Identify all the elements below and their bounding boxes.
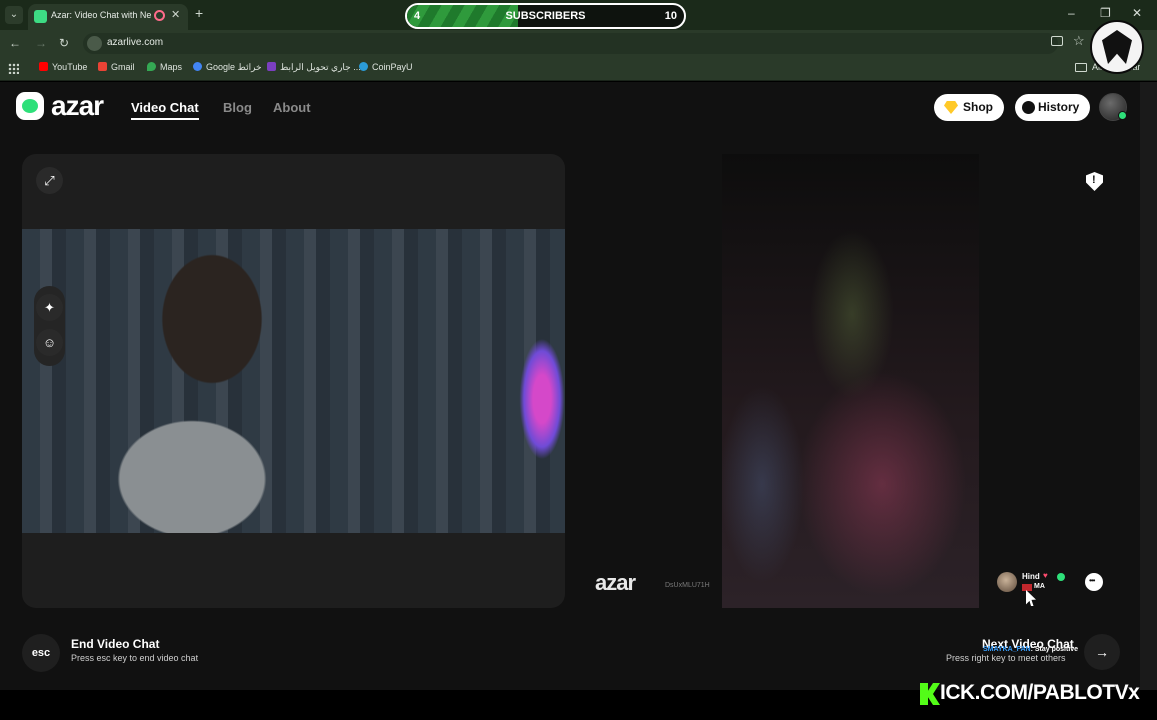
- nav-video-chat[interactable]: Video Chat: [131, 100, 199, 120]
- video-watermark-id: DsUxMLU71H: [665, 582, 710, 589]
- folder-icon: [1075, 63, 1087, 72]
- bookmarks-bar: YouTube Gmail Maps Google خرائط جاري تحو…: [0, 57, 1157, 81]
- stream-chat-user: SMAYKA_FAN: [983, 646, 1031, 653]
- browser-tab-bar: ⌄ Azar: Video Chat with New ✕ + 4 SUBSCR…: [0, 0, 1157, 30]
- chat-bubble-icon: •••: [1089, 576, 1095, 585]
- channel-logo-badge: [1090, 20, 1144, 74]
- effects-toolbar: ✦ ☺: [34, 286, 65, 366]
- clock-icon: [1022, 101, 1035, 114]
- end-chat-title: End Video Chat: [71, 637, 160, 651]
- bookmark-link-converter[interactable]: جاري تحويل الرابط ...: [267, 62, 361, 73]
- expand-icon[interactable]: ⤢: [36, 167, 63, 194]
- subscriber-label: SUBSCRIBERS: [505, 10, 586, 22]
- url-text: azarlive.com: [107, 37, 164, 48]
- verified-icon: [1057, 573, 1065, 581]
- tab-title: Azar: Video Chat with New: [51, 10, 151, 20]
- stream-chat-message: SMAYKA_FAN: Stay positive: [983, 646, 1078, 653]
- video-watermark-logo: azar: [595, 570, 636, 595]
- tab-search-button[interactable]: ⌄: [5, 6, 23, 24]
- history-button[interactable]: History: [1015, 94, 1090, 121]
- back-button[interactable]: ←: [9, 36, 21, 50]
- recording-icon: [154, 10, 165, 21]
- azar-favicon-icon: [34, 10, 47, 23]
- google-icon: [193, 62, 202, 71]
- url-input[interactable]: azarlive.com: [83, 33, 1058, 54]
- end-chat-hint: Press esc key to end video chat: [71, 653, 199, 663]
- partner-country: MA: [1034, 583, 1045, 590]
- window-close-button[interactable]: ✕: [1132, 6, 1142, 20]
- site-info-icon[interactable]: [87, 36, 102, 51]
- bookmark-maps[interactable]: Maps: [147, 62, 182, 72]
- forward-button[interactable]: →: [35, 36, 47, 50]
- browser-tab[interactable]: Azar: Video Chat with New ✕: [28, 4, 188, 30]
- youtube-icon: [39, 62, 48, 71]
- end-chat-button[interactable]: esc: [22, 634, 60, 672]
- online-status-dot: [1118, 111, 1127, 120]
- subscriber-goal-bar: 4 SUBSCRIBERS 10: [405, 3, 686, 29]
- gmail-icon: [98, 62, 107, 71]
- next-chat-arrow-icon[interactable]: →: [1084, 634, 1120, 670]
- coinpayu-icon: [359, 62, 368, 71]
- restore-button[interactable]: ❐: [1100, 6, 1111, 20]
- page-scrollbar[interactable]: [1140, 82, 1157, 690]
- partner-avatar[interactable]: [997, 572, 1017, 592]
- minimize-button[interactable]: –: [1068, 6, 1075, 20]
- magic-wand-icon[interactable]: ✦: [36, 294, 63, 321]
- azar-logo-icon[interactable]: [16, 92, 44, 120]
- heart-icon: ♥: [1043, 571, 1048, 580]
- mouse-cursor-icon: [1026, 590, 1036, 606]
- address-bar-row: ← → ↻ azarlive.com ☆: [0, 30, 1157, 57]
- bookmark-gmail[interactable]: Gmail: [98, 62, 135, 72]
- partner-video-feed: [722, 154, 979, 608]
- reload-button[interactable]: ↻: [59, 36, 69, 50]
- gem-icon: [944, 101, 958, 114]
- kick-handle: ICK.COM/PABLOTVx: [940, 681, 1140, 704]
- bookmark-google-maps-ar[interactable]: Google خرائط: [193, 62, 262, 73]
- bookmark-coinpayu[interactable]: CoinPayU: [359, 62, 413, 72]
- report-exclamation-icon: !: [1092, 174, 1096, 186]
- tab-close-icon[interactable]: ✕: [171, 8, 180, 21]
- azar-logo-text[interactable]: azar: [51, 90, 104, 122]
- nav-blog[interactable]: Blog: [223, 100, 252, 115]
- next-chat-hint: Press right key to meet others: [946, 653, 1066, 663]
- link-icon: [267, 62, 276, 71]
- new-tab-button[interactable]: +: [195, 5, 203, 21]
- apps-grid-icon[interactable]: [8, 63, 19, 74]
- subscriber-target: 10: [664, 10, 677, 22]
- self-video-panel: ⤢ ✦ ☺: [22, 154, 565, 608]
- morocco-flag-icon: [1022, 584, 1032, 591]
- azar-page: azar Video Chat Blog About Shop History …: [0, 82, 1140, 690]
- self-camera-feed: [22, 229, 565, 533]
- install-app-icon[interactable]: [1051, 36, 1063, 46]
- maps-icon: [147, 62, 156, 71]
- face-filter-icon[interactable]: ☺: [36, 329, 63, 356]
- stream-chat-text: : Stay positive: [1030, 646, 1079, 653]
- bookmark-youtube[interactable]: YouTube: [39, 62, 87, 72]
- partner-name[interactable]: Hind: [1022, 572, 1040, 581]
- shop-button[interactable]: Shop: [934, 94, 1004, 121]
- bookmark-star-icon[interactable]: ☆: [1073, 33, 1085, 49]
- nav-about[interactable]: About: [273, 100, 311, 115]
